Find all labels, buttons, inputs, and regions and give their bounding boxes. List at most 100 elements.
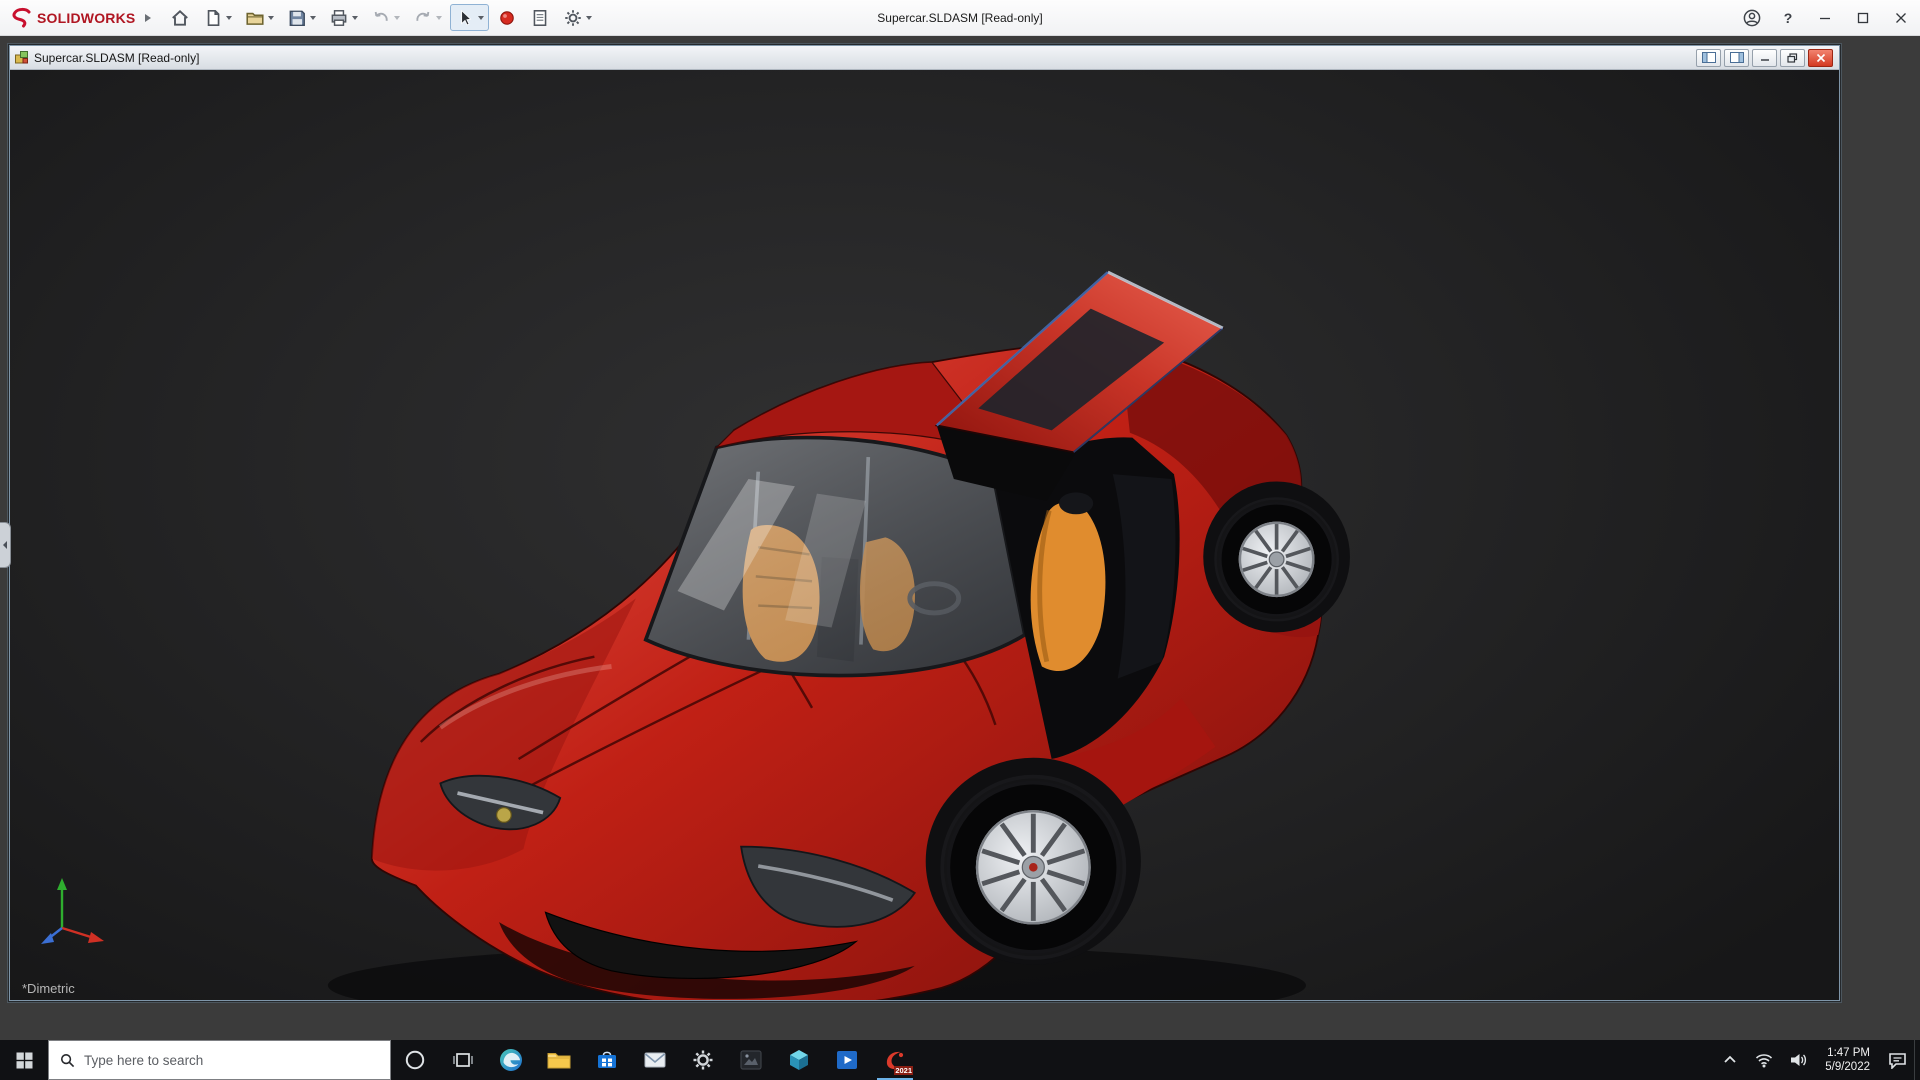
graphics-viewport[interactable]: *Dimetric — [10, 70, 1839, 1000]
search-input[interactable] — [84, 1053, 379, 1068]
file-properties-icon — [530, 8, 550, 28]
doc-restore-icon — [1787, 53, 1798, 63]
file-properties-button[interactable] — [525, 4, 555, 31]
taskbar-app-solidworks[interactable]: 2021 — [871, 1040, 919, 1080]
taskbar-app-settings[interactable] — [679, 1040, 727, 1080]
taskbar-app-movies-tv[interactable] — [823, 1040, 871, 1080]
tray-time: 1:47 PM — [1827, 1046, 1870, 1060]
action-center-button[interactable] — [1880, 1040, 1914, 1080]
edrawings-cube-icon — [786, 1047, 812, 1073]
tray-network-button[interactable] — [1747, 1040, 1781, 1080]
minimize-icon — [1819, 12, 1831, 24]
caption-controls: ? — [1734, 0, 1920, 36]
file-explorer-icon — [546, 1047, 572, 1073]
microsoft-store-icon — [594, 1047, 620, 1073]
tray-volume-button[interactable] — [1781, 1040, 1815, 1080]
minimize-button[interactable] — [1806, 0, 1844, 36]
gear-icon — [563, 8, 583, 28]
edge-icon — [498, 1047, 524, 1073]
right-pane-icon — [1730, 52, 1744, 63]
taskbar-app-file-explorer[interactable] — [535, 1040, 583, 1080]
record-dot-icon — [497, 8, 517, 28]
save-icon — [287, 8, 307, 28]
tray-hidden-icons-button[interactable] — [1713, 1040, 1747, 1080]
start-button[interactable] — [0, 1040, 48, 1080]
account-button[interactable] — [1734, 0, 1770, 36]
close-button[interactable] — [1882, 0, 1920, 36]
taskbar-app-edrawings[interactable] — [775, 1040, 823, 1080]
redo-button[interactable] — [408, 4, 447, 31]
document-title: Supercar.SLDASM [Read-only] — [34, 51, 199, 65]
taskbar-app-microsoft-store[interactable] — [583, 1040, 631, 1080]
print-caret[interactable] — [352, 16, 358, 20]
doc-minimize-button[interactable] — [1752, 49, 1777, 67]
feature-pane-button[interactable] — [1696, 49, 1721, 67]
taskbar-app-edge[interactable] — [487, 1040, 535, 1080]
task-view-button[interactable] — [439, 1040, 487, 1080]
document-titlebar[interactable]: Supercar.SLDASM [Read-only] — [10, 46, 1839, 70]
undo-button[interactable] — [366, 4, 405, 31]
dassault-swoosh-icon — [10, 7, 32, 29]
expand-menu-arrow-icon[interactable] — [145, 14, 151, 22]
system-tray: 1:47 PM 5/9/2022 — [1713, 1040, 1920, 1080]
rear-wheel — [1218, 501, 1335, 618]
undo-caret[interactable] — [394, 16, 400, 20]
assembly-file-icon — [14, 50, 29, 65]
show-desktop-button[interactable] — [1914, 1040, 1920, 1080]
windows-logo-icon — [16, 1052, 33, 1069]
options-button[interactable] — [558, 4, 597, 31]
new-document-caret[interactable] — [226, 16, 232, 20]
maximize-button[interactable] — [1844, 0, 1882, 36]
taskbar-app-mail[interactable] — [631, 1040, 679, 1080]
display-pane-button[interactable] — [1724, 49, 1749, 67]
left-pane-icon — [1702, 52, 1716, 63]
user-account-icon — [1742, 8, 1762, 28]
tray-date: 5/9/2022 — [1825, 1060, 1870, 1074]
close-icon — [1895, 12, 1907, 24]
orientation-triad — [32, 870, 116, 954]
print-button[interactable] — [324, 4, 363, 31]
save-caret[interactable] — [310, 16, 316, 20]
open-caret[interactable] — [268, 16, 274, 20]
new-document-button[interactable] — [198, 4, 237, 31]
photos-icon — [738, 1047, 764, 1073]
select-caret[interactable] — [478, 16, 484, 20]
mail-icon — [642, 1047, 668, 1073]
collapsed-panel-tab[interactable] — [0, 522, 11, 568]
speaker-icon — [1789, 1052, 1807, 1068]
tray-clock[interactable]: 1:47 PM 5/9/2022 — [1815, 1040, 1880, 1080]
app-title: Supercar.SLDASM [Read-only] — [877, 0, 1042, 36]
undo-icon — [371, 8, 391, 28]
help-icon: ? — [1784, 10, 1793, 26]
taskbar-app-photos[interactable] — [727, 1040, 775, 1080]
save-button[interactable] — [282, 4, 321, 31]
doc-close-button[interactable] — [1808, 49, 1833, 67]
redo-icon — [413, 8, 433, 28]
options-caret[interactable] — [586, 16, 592, 20]
supercar-model[interactable] — [10, 70, 1839, 1000]
help-button[interactable]: ? — [1770, 0, 1806, 36]
quick-access-toolbar — [165, 4, 597, 31]
mdi-client-area: Supercar.SLDASM [Read-only] — [0, 36, 1920, 1040]
brand-wordmark: SOLIDWORKS — [37, 10, 135, 26]
record-button[interactable] — [492, 4, 522, 31]
open-button[interactable] — [240, 4, 279, 31]
front-wheel — [945, 780, 1121, 955]
taskbar-search[interactable] — [48, 1040, 391, 1080]
solidworks-version-badge: 2021 — [894, 1066, 913, 1075]
home-icon — [170, 8, 190, 28]
movies-tv-icon — [834, 1047, 860, 1073]
action-center-icon — [1888, 1052, 1907, 1069]
home-button[interactable] — [165, 4, 195, 31]
doc-restore-button[interactable] — [1780, 49, 1805, 67]
windows-taskbar: 2021 1:47 PM 5/9/2022 — [0, 1040, 1920, 1080]
wifi-icon — [1755, 1053, 1773, 1068]
maximize-icon — [1857, 12, 1869, 24]
redo-caret[interactable] — [436, 16, 442, 20]
print-icon — [329, 8, 349, 28]
doc-minimize-icon — [1760, 53, 1770, 62]
taskbar-app-cortana[interactable] — [391, 1040, 439, 1080]
view-orientation-label: *Dimetric — [22, 981, 75, 996]
document-window: Supercar.SLDASM [Read-only] — [9, 45, 1840, 1001]
select-button[interactable] — [450, 4, 489, 31]
